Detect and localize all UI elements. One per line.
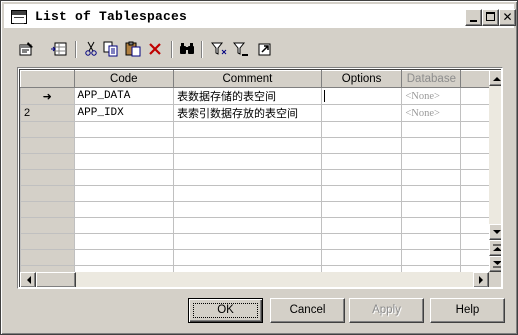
copy-button[interactable]: [101, 39, 121, 59]
cut-button[interactable]: [81, 39, 101, 59]
arrow-up-icon: [493, 76, 501, 81]
cell-options[interactable]: [320, 104, 403, 122]
empty-row[interactable]: [20, 233, 501, 250]
add-row-icon: [51, 42, 67, 56]
title-bar[interactable]: List of Tablespaces ✕: [4, 4, 516, 29]
tablespace-table: Code Comment Options Database ➜ APP_DATA…: [20, 70, 501, 282]
properties-icon: [19, 42, 33, 56]
apply-label: Apply: [372, 304, 401, 316]
empty-row[interactable]: [20, 153, 501, 170]
cancel-button[interactable]: Cancel: [270, 298, 345, 323]
tablespace-grid: Code Comment Options Database ➜ APP_DATA…: [17, 67, 503, 289]
copy-icon: [103, 41, 118, 57]
scroll-up-button[interactable]: [489, 70, 501, 86]
filter-clear-button[interactable]: [231, 39, 251, 59]
cell-code[interactable]: APP_DATA: [73, 87, 175, 105]
grid-viewport: Code Comment Options Database ➜ APP_DATA…: [19, 69, 501, 287]
arrow-right-icon: [478, 276, 483, 284]
add-row-button[interactable]: [49, 39, 69, 59]
scroll-down-button[interactable]: [489, 224, 501, 240]
column-header-code[interactable]: Code: [73, 70, 175, 88]
scroll-left-button[interactable]: [20, 272, 36, 287]
empty-row[interactable]: [20, 169, 501, 186]
horizontal-scroll-thumb[interactable]: [36, 272, 76, 287]
current-row-marker[interactable]: ➜: [20, 87, 75, 105]
column-header-database[interactable]: Database: [401, 70, 462, 88]
find-button[interactable]: [177, 39, 197, 59]
horizontal-scrollbar[interactable]: [20, 272, 489, 287]
cell-code[interactable]: APP_IDX: [73, 104, 175, 122]
cell-options[interactable]: [320, 87, 403, 105]
ok-button[interactable]: OK: [188, 298, 263, 323]
delete-icon: [149, 43, 161, 55]
empty-row[interactable]: [20, 201, 501, 218]
close-icon: ✕: [502, 10, 513, 24]
maximize-button[interactable]: [482, 9, 499, 26]
toolbar-separator: [171, 41, 173, 58]
delete-button[interactable]: [145, 39, 165, 59]
text-caret: [323, 90, 325, 102]
cell-database[interactable]: <None>: [401, 87, 462, 105]
cut-icon: [85, 41, 97, 56]
paste-button[interactable]: [123, 39, 143, 59]
row-header-corner[interactable]: [20, 70, 75, 88]
paste-icon: [125, 41, 141, 57]
toolbar-separator: [75, 41, 77, 58]
help-button[interactable]: Help: [430, 298, 505, 323]
scroll-right-button[interactable]: [473, 272, 489, 287]
maximize-icon: [486, 12, 495, 21]
scroll-top-button[interactable]: [489, 240, 501, 256]
scroll-bottom-button[interactable]: [489, 256, 501, 272]
apply-button[interactable]: Apply: [349, 298, 424, 323]
empty-row[interactable]: [20, 185, 501, 202]
table-row[interactable]: 2 APP_IDX 表索引数据存放的表空间 <None>: [20, 104, 501, 122]
filter-clear-icon: [233, 42, 248, 56]
cell-comment[interactable]: 表数据存储的表空间: [173, 87, 322, 105]
vertical-scrollbar[interactable]: [489, 70, 501, 272]
toolbar: [17, 39, 317, 61]
export-icon: [258, 43, 271, 56]
arrow-left-icon: [26, 276, 31, 284]
scrollbar-corner: [489, 272, 501, 287]
window-title: List of Tablespaces: [35, 9, 188, 24]
row-number[interactable]: 2: [20, 104, 75, 122]
header-row: Code Comment Options Database: [20, 70, 501, 88]
find-icon: [180, 43, 194, 54]
table-list-icon: [11, 10, 27, 24]
properties-button[interactable]: [17, 39, 37, 59]
dialog-window: List of Tablespaces ✕ Code Comment Optio…: [0, 0, 518, 335]
empty-row[interactable]: [20, 137, 501, 154]
empty-row[interactable]: [20, 217, 501, 234]
arrow-down-icon: [493, 229, 501, 234]
arrow-first-icon: [492, 244, 501, 251]
empty-row[interactable]: [20, 121, 501, 138]
help-label: Help: [455, 304, 480, 316]
focus-rectangle: [193, 303, 258, 318]
arrow-last-icon: [492, 261, 501, 268]
toolbar-separator: [201, 41, 203, 58]
cancel-label: Cancel: [289, 304, 326, 316]
column-header-comment[interactable]: Comment: [173, 70, 322, 88]
cell-comment[interactable]: 表索引数据存放的表空间: [173, 104, 322, 122]
export-button[interactable]: [255, 39, 275, 59]
minimize-button[interactable]: [465, 9, 482, 26]
table-row[interactable]: ➜ APP_DATA 表数据存储的表空间 <None>: [20, 87, 501, 105]
filter-button[interactable]: [209, 39, 229, 59]
column-header-options[interactable]: Options: [320, 70, 403, 88]
filter-icon: [211, 42, 227, 55]
empty-row[interactable]: [20, 249, 501, 266]
minimize-icon: [470, 20, 477, 22]
close-button[interactable]: ✕: [499, 9, 516, 26]
cell-database[interactable]: <None>: [401, 104, 462, 122]
